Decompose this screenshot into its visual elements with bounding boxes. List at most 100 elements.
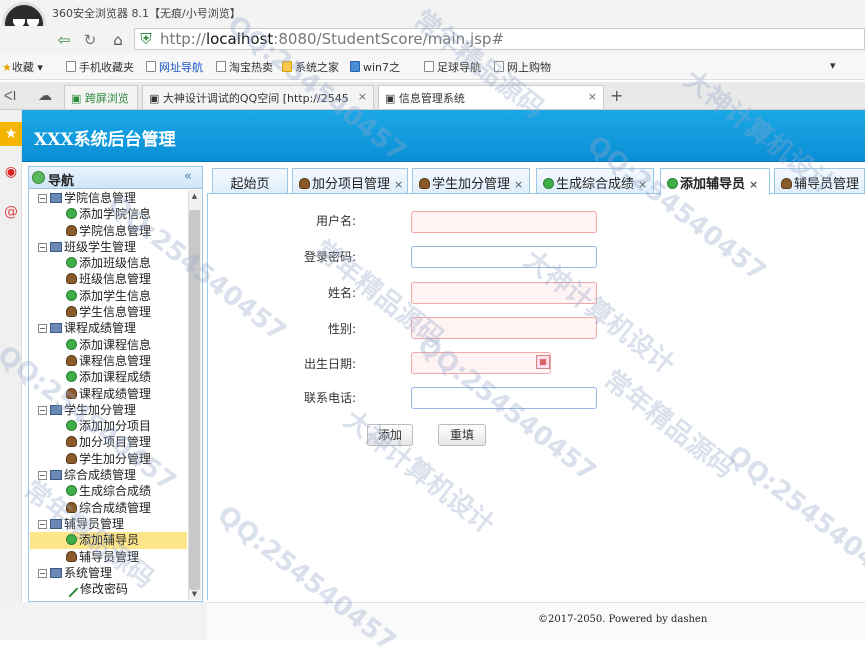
gender-label: 性别: [327, 322, 356, 336]
password-input[interactable] [411, 246, 597, 268]
reset-button[interactable]: 重填 [438, 424, 486, 446]
add-icon [66, 485, 77, 497]
tab-generate-scores[interactable]: 生成综合成绩 × [536, 168, 654, 193]
nav-group[interactable]: − 辅导员管理 [30, 516, 187, 532]
nav-item[interactable]: 添加课程成绩 [30, 369, 187, 385]
computer-icon [50, 518, 62, 529]
bookmark-item[interactable]: 网址导航 [146, 59, 203, 75]
add-icon [66, 534, 77, 546]
favorites-star-icon[interactable]: ★ [0, 122, 22, 146]
name-input[interactable] [411, 282, 597, 304]
collapse-toggle-icon[interactable]: − [38, 471, 47, 481]
collapse-toggle-icon[interactable]: − [38, 568, 47, 578]
nav-item[interactable]: 课程信息管理 [30, 353, 187, 369]
nav-scroll-thumb[interactable] [189, 210, 200, 590]
nav-group-label: 班级学生管理 [64, 239, 137, 254]
nav-group-label: 辅导员管理 [64, 516, 125, 531]
nav-item[interactable]: 辅导员管理 [30, 549, 187, 565]
add-button[interactable]: 添加 [367, 424, 413, 446]
add-icon [66, 371, 77, 383]
nav-item-label: 生成综合成绩 [79, 484, 152, 499]
nav-title: 导航 [48, 174, 75, 189]
calendar-icon[interactable]: ▦ [536, 355, 550, 369]
close-icon[interactable]: × [638, 178, 647, 191]
nav-item-label: 学生加分管理 [79, 451, 152, 466]
nav-item[interactable]: 添加学院信息 [30, 206, 187, 222]
computer-icon [50, 470, 62, 481]
window-title: 360安全浏览器 8.1【无痕/小号浏览】 [52, 7, 241, 20]
nav-group[interactable]: − 课程成绩管理 [30, 320, 187, 336]
tab-home[interactable]: 起始页 [212, 168, 288, 193]
tab-add-counselor[interactable]: 添加辅导员 × [660, 168, 770, 195]
nav-item-label: 学生信息管理 [79, 305, 152, 320]
app-title: XXX系统后台管理 [34, 130, 176, 150]
nav-group[interactable]: − 学生加分管理 [30, 402, 187, 418]
pencil-icon [65, 584, 79, 598]
nav-item[interactable]: 添加课程信息 [30, 337, 187, 353]
browser-tab[interactable]: ▣ 跨屏浏览 [64, 85, 138, 109]
phone-input[interactable] [411, 387, 597, 409]
nav-item[interactable]: 学生信息管理 [30, 304, 187, 320]
bookmark-item[interactable]: 足球导航 [424, 59, 481, 75]
nav-item[interactable]: 综合成绩管理 [30, 500, 187, 516]
collapse-toggle-icon[interactable]: − [38, 519, 47, 529]
add-icon [543, 178, 554, 189]
collapse-toggle-icon[interactable]: − [38, 324, 47, 334]
browser-tab[interactable]: ▣ 大神设计调试的QQ空间 [http://2545 × [142, 85, 374, 109]
bookmark-item[interactable]: win7之 [350, 59, 400, 75]
nav-item[interactable]: 学院信息管理 [30, 223, 187, 239]
nav-item[interactable]: 添加辅导员 [30, 532, 187, 549]
collapse-toggle-icon[interactable]: − [38, 242, 47, 252]
nav-item[interactable]: 课程成绩管理 [30, 386, 187, 402]
refresh-icon[interactable]: ↻ [80, 30, 100, 50]
nav-item[interactable]: 修改密码 [30, 581, 187, 598]
computer-icon [50, 323, 62, 334]
gender-input[interactable] [411, 317, 597, 339]
nav-item[interactable]: 添加班级信息 [30, 255, 187, 271]
nav-tree: − 学院信息管理 添加学院信息 学院信息管理 − 班级学生管理 添加班级信息 班级信息管理 添加… [30, 190, 187, 600]
bookmark-item[interactable]: 系统之家 [282, 59, 339, 75]
tab-student-bonus[interactable]: 学生加分管理 × [412, 168, 530, 193]
user-icon [66, 501, 77, 513]
back-arrow-icon[interactable]: ⇦ [54, 30, 74, 50]
nav-item-label: 课程成绩管理 [79, 386, 152, 401]
nav-item[interactable]: 添加学生信息 [30, 288, 187, 304]
nav-group[interactable]: − 班级学生管理 [30, 239, 187, 255]
nav-item[interactable]: 学生加分管理 [30, 451, 187, 467]
nav-group[interactable]: − 学院信息管理 [30, 190, 187, 206]
mail-icon[interactable]: @ [0, 200, 22, 224]
bookmark-item[interactable]: 手机收藏夹 [66, 59, 134, 75]
nav-item[interactable]: 班级信息管理 [30, 271, 187, 287]
nav-group[interactable]: − 系统管理 [30, 565, 187, 581]
collapse-icon[interactable]: « [184, 169, 192, 184]
tab-bonus-items[interactable]: 加分项目管理 × [292, 168, 408, 193]
scroll-down-icon[interactable]: ▼ [189, 590, 200, 600]
close-icon[interactable]: × [749, 178, 758, 191]
user-icon [66, 436, 77, 448]
nav-item[interactable]: 添加加分项目 [30, 418, 187, 434]
bookmark-item[interactable]: 淘宝热卖 [216, 59, 273, 75]
cloud-icon[interactable]: ☁ [38, 88, 52, 104]
close-icon[interactable]: × [394, 178, 403, 191]
url-text[interactable]: http://localhost:8080/StudentScore/main.… [160, 30, 504, 48]
close-icon[interactable]: × [514, 178, 523, 191]
bookmark-item[interactable]: 网上购物 [494, 59, 551, 75]
nav-item[interactable]: 加分项目管理 [30, 434, 187, 450]
bookmark-more-icon[interactable]: ▾ [830, 59, 836, 72]
new-tab-button[interactable]: + [610, 86, 623, 105]
nav-item[interactable]: 生成综合成绩 [30, 483, 187, 499]
tab-scroll-left-icon[interactable]: ᐸI [4, 89, 16, 103]
bookmark-favorites[interactable]: ★收藏 ▾ [2, 59, 43, 75]
home-icon[interactable]: ⌂ [108, 30, 128, 50]
nav-item-label: 添加学院信息 [79, 207, 152, 222]
scroll-up-icon[interactable]: ▲ [189, 192, 200, 202]
nav-group-label: 系统管理 [64, 565, 113, 580]
birthday-input[interactable] [411, 352, 551, 374]
collapse-toggle-icon[interactable]: − [38, 194, 47, 203]
collapse-toggle-icon[interactable]: − [38, 405, 47, 415]
tab-counselor-manage[interactable]: 辅导员管理 [774, 168, 865, 193]
browser-tab-active[interactable]: ▣ 信息管理系统 × [378, 85, 604, 109]
nav-group[interactable]: − 综合成绩管理 [30, 467, 187, 483]
weibo-icon[interactable]: ◉ [0, 160, 22, 184]
username-input[interactable] [411, 211, 597, 233]
